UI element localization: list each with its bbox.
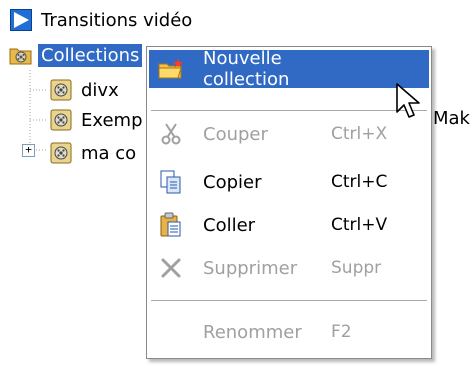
menu-item-label: Coller: [203, 214, 256, 236]
collection-film-icon: [48, 140, 74, 166]
menu-item-nouvelle-collection[interactable]: Nouvelle collection: [149, 48, 429, 90]
mouse-pointer-icon: [396, 83, 420, 118]
tree-item-exemp[interactable]: Exemp: [48, 105, 146, 135]
copy-icon: [157, 168, 185, 196]
menu-separator: [151, 300, 427, 301]
explorer-pane: Transitions vidéo Collections divx Exemp…: [0, 0, 470, 379]
tree-item-label: Collections: [38, 43, 143, 67]
tree-item-label: ma co: [81, 142, 137, 164]
tree-item-label: divx: [81, 79, 119, 101]
menu-item-couper[interactable]: Couper Ctrl+X: [149, 115, 429, 153]
tree-item-collections[interactable]: Collections: [8, 40, 143, 70]
hidden-text-fragment: Make: [433, 108, 470, 129]
menu-item-shortcut: Suppr: [331, 258, 382, 278]
menu-separator: [151, 110, 427, 111]
tree-item-label: Transitions vidéo: [41, 9, 193, 31]
menu-item-shortcut: F2: [331, 322, 352, 342]
delete-x-icon: [157, 254, 185, 282]
collection-film-icon: [48, 107, 74, 133]
collections-folder-icon: [8, 42, 34, 68]
menu-item-label: Supprimer: [203, 257, 298, 279]
menu-item-copier[interactable]: Copier Ctrl+C: [149, 163, 429, 201]
menu-item-label: Copier: [203, 171, 262, 193]
tree-item-label: Exemp: [81, 109, 143, 131]
collection-film-icon: [48, 77, 74, 103]
new-collection-folder-icon: [157, 55, 185, 83]
menu-item-shortcut: Ctrl+C: [331, 172, 388, 192]
menu-item-shortcut: Ctrl+V: [331, 215, 388, 235]
menu-item-shortcut: Ctrl+X: [331, 124, 388, 144]
tree-item-transitions-video[interactable]: Transitions vidéo: [8, 5, 195, 35]
scissors-icon: [157, 120, 185, 148]
context-menu: Nouvelle collection Couper Ctrl+X Copier…: [146, 46, 432, 359]
menu-item-supprimer[interactable]: Supprimer Suppr: [149, 249, 429, 287]
tree-expander-plus[interactable]: +: [22, 144, 35, 157]
tree-item-divx[interactable]: divx: [48, 75, 122, 105]
menu-item-renommer[interactable]: Renommer F2: [149, 313, 429, 351]
paste-icon: [157, 211, 185, 239]
tree-item-ma-co[interactable]: ma co: [48, 138, 139, 168]
transitions-video-icon: [8, 7, 34, 33]
menu-item-coller[interactable]: Coller Ctrl+V: [149, 206, 429, 244]
menu-item-label: Nouvelle collection: [203, 48, 290, 90]
menu-item-label: Renommer: [203, 321, 302, 343]
blank-icon-slot: [157, 318, 185, 346]
menu-item-label: Couper: [203, 123, 268, 145]
